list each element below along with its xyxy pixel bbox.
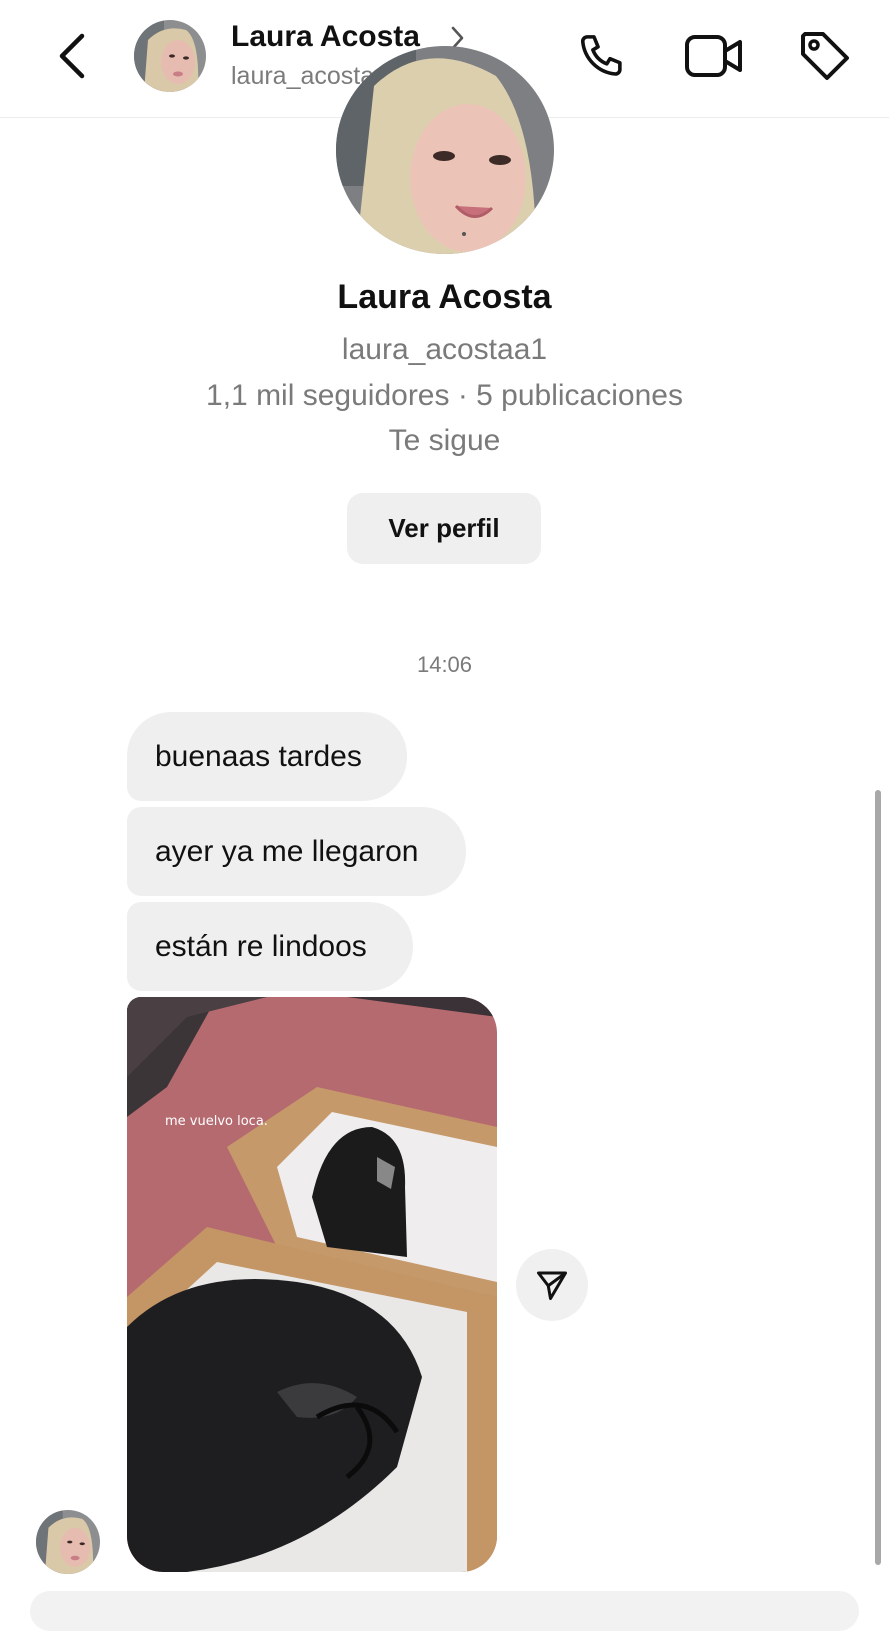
scrollbar[interactable] bbox=[875, 790, 881, 1565]
share-button[interactable] bbox=[516, 1249, 588, 1321]
view-profile-button[interactable]: Ver perfil bbox=[347, 493, 541, 564]
photo-overlay-text: me vuelvo loca. bbox=[165, 1114, 268, 1129]
message-bubble[interactable]: buenaas tardes bbox=[127, 712, 407, 801]
tag-icon bbox=[801, 32, 849, 80]
video-call-button[interactable] bbox=[682, 25, 746, 87]
message-timestamp: 14:06 bbox=[416, 652, 473, 677]
back-button[interactable] bbox=[44, 24, 100, 88]
message-composer[interactable] bbox=[30, 1591, 859, 1631]
chevron-left-icon bbox=[59, 33, 85, 79]
avatar-image bbox=[36, 1510, 100, 1574]
follow-status: Te sigue bbox=[388, 424, 501, 457]
profile-avatar[interactable] bbox=[336, 46, 554, 254]
avatar-image bbox=[336, 46, 554, 254]
phone-icon bbox=[580, 35, 622, 76]
sender-avatar[interactable] bbox=[36, 1510, 100, 1574]
video-camera-icon bbox=[685, 35, 742, 77]
tag-button[interactable] bbox=[794, 25, 856, 87]
profile-username: laura_acostaa1 bbox=[341, 333, 548, 366]
header-contact-name[interactable]: Laura Acosta bbox=[231, 20, 420, 54]
boots-photo bbox=[127, 997, 497, 1572]
photo-message[interactable]: me vuelvo loca. bbox=[127, 997, 497, 1572]
profile-name: Laura Acosta bbox=[337, 278, 552, 316]
message-bubble[interactable]: están re lindoos bbox=[127, 902, 413, 991]
send-icon bbox=[537, 1271, 567, 1300]
profile-stats: 1,1 mil seguidores · 5 publicaciones bbox=[206, 379, 683, 412]
call-button[interactable] bbox=[572, 25, 634, 87]
header-avatar[interactable] bbox=[134, 20, 206, 92]
message-bubble[interactable]: ayer ya me llegaron bbox=[127, 807, 466, 896]
avatar-image bbox=[134, 20, 206, 92]
